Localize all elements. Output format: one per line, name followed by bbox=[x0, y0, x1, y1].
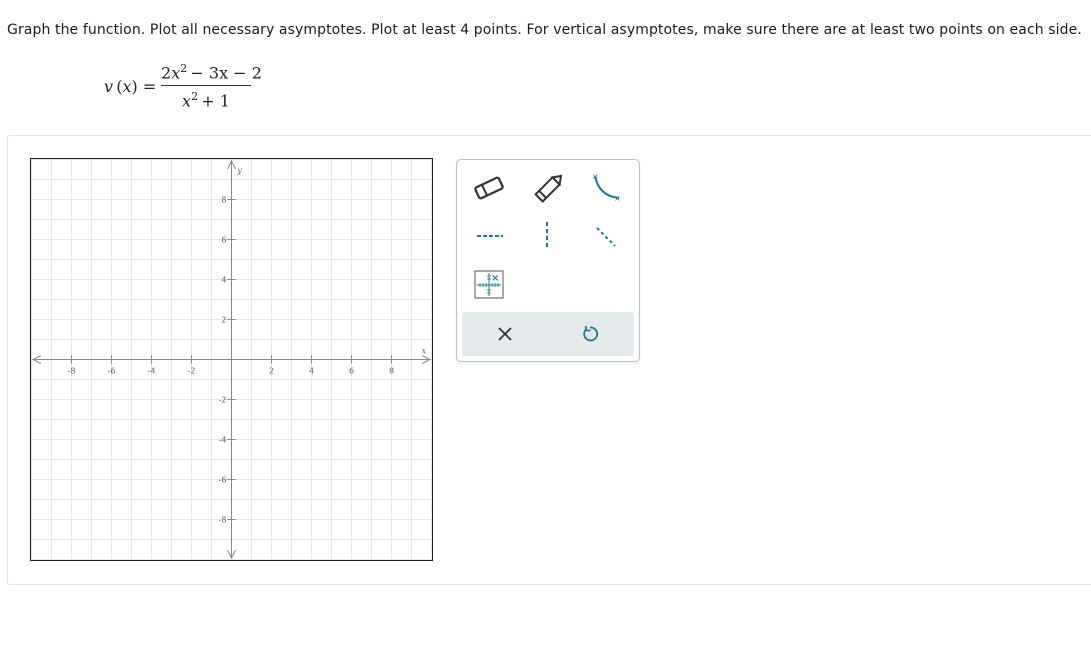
x-tick-label: 2 bbox=[269, 367, 274, 376]
pencil-icon bbox=[534, 174, 563, 203]
equation-denominator: x2 + 1 bbox=[182, 90, 230, 111]
oblique-asymptote-tool[interactable] bbox=[587, 216, 627, 256]
horizontal-asymptote-tool[interactable] bbox=[469, 216, 509, 256]
x-tick-label: 6 bbox=[349, 367, 354, 376]
svg-text:×: × bbox=[592, 172, 599, 181]
curve-icon: × × bbox=[592, 172, 621, 203]
close-icon bbox=[498, 327, 512, 341]
x-tick-label: 8 bbox=[389, 367, 394, 376]
graph-toolbar: × × × bbox=[456, 159, 640, 362]
function-variable: x bbox=[122, 77, 132, 96]
y-tick-label: -4 bbox=[219, 436, 227, 445]
y-tick-label: -8 bbox=[219, 516, 227, 525]
curve-tool[interactable]: × × bbox=[587, 168, 627, 208]
equation-numerator: 2x2 − 3x − 2 bbox=[161, 62, 262, 83]
y-tick-label: 6 bbox=[221, 236, 226, 245]
function-equation: v (x) = 2x2 − 3x − 2 x2 + 1 bbox=[104, 60, 264, 116]
y-tick-label: -6 bbox=[219, 476, 227, 485]
undo-icon bbox=[583, 326, 599, 342]
y-tick-label: 4 bbox=[221, 276, 226, 285]
horizontal-dashed-line-icon bbox=[477, 235, 503, 237]
function-name: v bbox=[104, 77, 114, 96]
vertical-dashed-line-icon bbox=[546, 222, 548, 248]
svg-text:×: × bbox=[614, 194, 621, 203]
instructions-text: Graph the function. Plot all necessary a… bbox=[7, 22, 1082, 38]
x-tick-label: -4 bbox=[148, 367, 156, 376]
fraction-bar bbox=[161, 85, 251, 86]
undo-button[interactable] bbox=[575, 319, 605, 349]
x-tick-label: 4 bbox=[309, 367, 314, 376]
eraser-tool[interactable] bbox=[469, 168, 509, 208]
point-tool[interactable]: × bbox=[469, 264, 509, 304]
point-grid-icon: × bbox=[474, 270, 504, 299]
x-tick-label: -6 bbox=[108, 367, 116, 376]
x-tick-label: -8 bbox=[68, 367, 76, 376]
y-axis-label: y bbox=[236, 166, 242, 175]
pencil-tool[interactable] bbox=[529, 168, 569, 208]
svg-text:×: × bbox=[491, 273, 499, 284]
equation-lhs: v (x) = bbox=[104, 77, 157, 96]
y-tick-label: 8 bbox=[221, 196, 226, 205]
vertical-asymptote-tool[interactable] bbox=[529, 216, 569, 256]
clear-button[interactable] bbox=[490, 319, 520, 349]
y-tick-label: 2 bbox=[221, 316, 226, 325]
y-tick-label: -2 bbox=[219, 396, 227, 405]
x-tick-label: -2 bbox=[188, 367, 196, 376]
oblique-dashed-line-icon bbox=[596, 227, 616, 247]
x-axis-label: x bbox=[422, 347, 427, 356]
toolbar-action-bar bbox=[462, 312, 634, 356]
eraser-icon bbox=[474, 176, 504, 200]
graph-canvas[interactable]: -8 -6 -4 -2 2 4 6 8 8 6 4 2 -2 -4 -6 -8 x y bbox=[30, 158, 433, 561]
